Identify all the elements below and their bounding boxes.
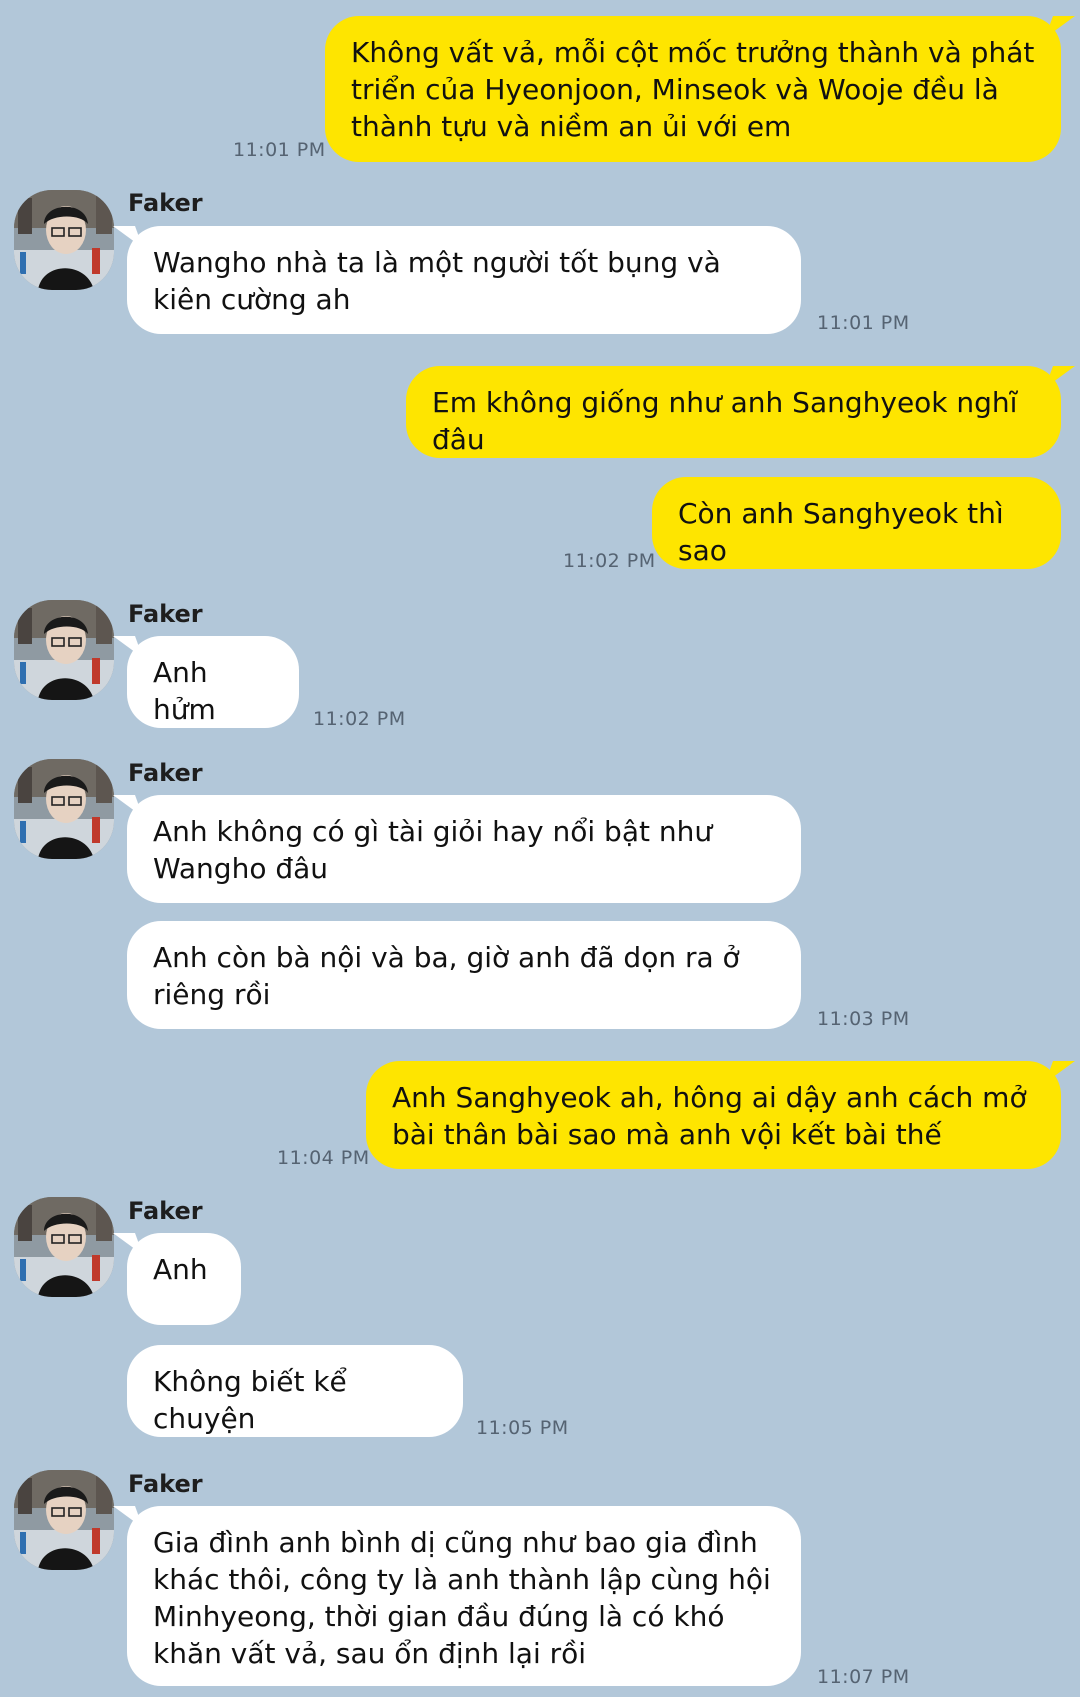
avatar-image: [14, 1197, 114, 1297]
incoming-message-bubble[interactable]: Anh: [127, 1233, 241, 1325]
sender-name: Faker: [128, 1197, 203, 1225]
contact-avatar[interactable]: [14, 190, 114, 290]
message-text: Gia đình anh bình dị cũng như bao gia đì…: [153, 1526, 771, 1670]
outgoing-message-bubble[interactable]: Anh Sanghyeok ah, hông ai dậy anh cách m…: [366, 1061, 1061, 1169]
message-timestamp: 11:05 PM: [476, 1417, 569, 1439]
message-text: Anh Sanghyeok ah, hông ai dậy anh cách m…: [392, 1081, 1027, 1151]
message-text: Anh hửm: [153, 656, 216, 726]
message-timestamp: 11:03 PM: [817, 1008, 910, 1030]
message-timestamp: 11:01 PM: [817, 312, 910, 334]
incoming-message-bubble[interactable]: Gia đình anh bình dị cũng như bao gia đì…: [127, 1506, 801, 1686]
contact-avatar[interactable]: [14, 759, 114, 859]
message-text: Không vất vả, mỗi cột mốc trưởng thành v…: [351, 36, 1035, 143]
message-text: Còn anh Sanghyeok thì sao: [678, 497, 1004, 567]
message-timestamp: 11:07 PM: [817, 1666, 910, 1688]
sender-name: Faker: [128, 1470, 203, 1498]
outgoing-message-bubble[interactable]: Không vất vả, mỗi cột mốc trưởng thành v…: [325, 16, 1061, 162]
incoming-message-bubble[interactable]: Wangho nhà ta là một người tốt bụng và k…: [127, 226, 801, 334]
message-text: Anh: [153, 1253, 208, 1286]
message-text: Anh còn bà nội và ba, giờ anh đã dọn ra …: [153, 941, 740, 1011]
contact-avatar[interactable]: [14, 600, 114, 700]
message-text: Anh không có gì tài giỏi hay nổi bật như…: [153, 815, 713, 885]
avatar-image: [14, 1470, 114, 1570]
contact-avatar[interactable]: [14, 1470, 114, 1570]
sender-name: Faker: [128, 759, 203, 787]
outgoing-message-bubble[interactable]: Còn anh Sanghyeok thì sao: [652, 477, 1061, 569]
incoming-message-bubble[interactable]: Không biết kể chuyện: [127, 1345, 463, 1437]
contact-avatar[interactable]: [14, 1197, 114, 1297]
incoming-message-bubble[interactable]: Anh còn bà nội và ba, giờ anh đã dọn ra …: [127, 921, 801, 1029]
outgoing-message-bubble[interactable]: Em không giống như anh Sanghyeok nghĩ đâ…: [406, 366, 1061, 458]
message-timestamp: 11:02 PM: [563, 550, 656, 572]
avatar-image: [14, 759, 114, 859]
message-text: Không biết kể chuyện: [153, 1365, 347, 1435]
message-text: Em không giống như anh Sanghyeok nghĩ đâ…: [432, 386, 1018, 456]
avatar-image: [14, 190, 114, 290]
message-timestamp: 11:01 PM: [233, 139, 326, 161]
sender-name: Faker: [128, 600, 203, 628]
avatar-image: [14, 600, 114, 700]
incoming-message-bubble[interactable]: Anh hửm: [127, 636, 299, 728]
message-timestamp: 11:04 PM: [277, 1147, 370, 1169]
chat-area[interactable]: Không vất vả, mỗi cột mốc trưởng thành v…: [0, 0, 1080, 1697]
incoming-message-bubble[interactable]: Anh không có gì tài giỏi hay nổi bật như…: [127, 795, 801, 903]
message-text: Wangho nhà ta là một người tốt bụng và k…: [153, 246, 721, 316]
message-timestamp: 11:02 PM: [313, 708, 406, 730]
sender-name: Faker: [128, 189, 203, 217]
